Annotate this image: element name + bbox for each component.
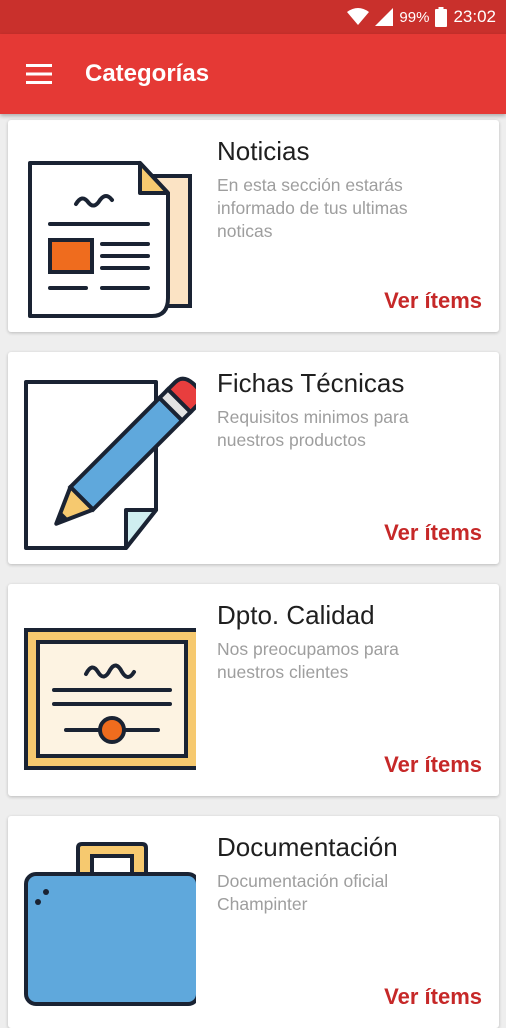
card-description: Nos preocupamos para nuestros clientes bbox=[217, 639, 399, 682]
view-items-button[interactable]: Ver ítems bbox=[384, 984, 482, 1010]
signal-icon bbox=[375, 8, 394, 26]
view-items-button[interactable]: Ver ítems bbox=[384, 520, 482, 546]
category-card-noticias[interactable]: Noticias En esta sección estarás informa… bbox=[8, 120, 499, 332]
category-card-documentacion[interactable]: Documentación Documentación oficial Cham… bbox=[8, 816, 499, 1028]
card-description: Requisitos minimos para nuestros product… bbox=[217, 407, 409, 450]
battery-percentage: 99% bbox=[399, 8, 430, 26]
card-title: Documentación bbox=[217, 832, 398, 862]
card-description: Documentación oficial Champinter bbox=[217, 871, 389, 914]
status-bar: 99% 23:02 bbox=[0, 0, 506, 34]
category-card-fichas-tecnicas[interactable]: Fichas Técnicas Requisitos minimos para … bbox=[8, 352, 499, 564]
battery-icon bbox=[435, 7, 448, 27]
menu-button[interactable] bbox=[17, 52, 61, 96]
card-title: Dpto. Calidad bbox=[217, 600, 375, 630]
clock: 23:02 bbox=[453, 7, 496, 26]
view-items-button[interactable]: Ver ítems bbox=[384, 288, 482, 314]
app-bar: Categorías bbox=[0, 34, 506, 114]
certificate-icon bbox=[24, 628, 196, 770]
hamburger-menu-icon bbox=[26, 64, 52, 84]
card-title: Noticias bbox=[217, 136, 310, 166]
card-title: Fichas Técnicas bbox=[217, 368, 405, 398]
category-card-dpto-calidad[interactable]: Dpto. Calidad Nos preocupamos para nuest… bbox=[8, 584, 499, 796]
newspaper-icon bbox=[28, 161, 192, 318]
page-title: Categorías bbox=[85, 60, 210, 87]
view-items-button[interactable]: Ver ítems bbox=[384, 752, 482, 778]
briefcase-icon bbox=[24, 842, 196, 1006]
wifi-icon bbox=[347, 8, 370, 25]
pencil-document-icon bbox=[24, 376, 196, 550]
card-description: En esta sección estarás informado de tus… bbox=[217, 175, 408, 241]
status-indicators: 99% 23:02 bbox=[347, 0, 496, 34]
